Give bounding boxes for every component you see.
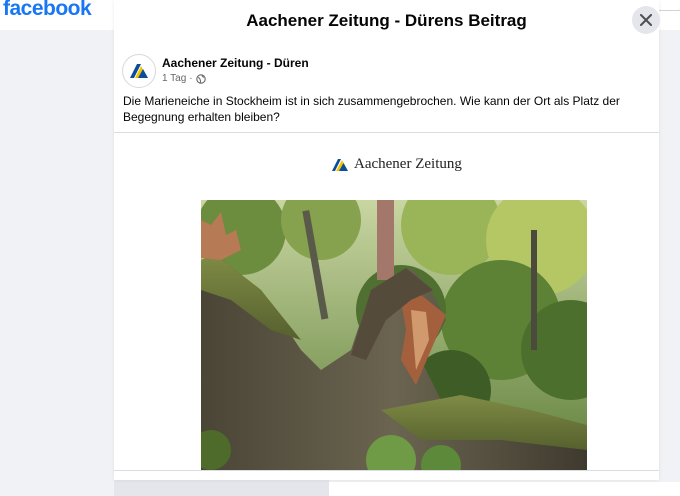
meta-separator: · <box>189 73 193 84</box>
divider <box>114 470 659 471</box>
collapsed-oak-tree-photo <box>201 200 587 471</box>
facebook-logo[interactable]: facebook <box>3 0 92 21</box>
dialog-title: Aachener Zeitung - Dürens Beitrag <box>246 11 527 30</box>
brand-name: Aachener Zeitung <box>354 156 462 172</box>
post-media[interactable]: Aachener Zeitung <box>114 133 659 471</box>
globe-icon <box>195 73 206 84</box>
page-name[interactable]: Aachener Zeitung - Düren <box>162 56 309 70</box>
post-time[interactable]: 1 Tag <box>162 73 186 84</box>
post-dialog: Aachener Zeitung - Dürens Beitrag Aachen… <box>114 0 660 480</box>
dialog-header: Aachener Zeitung - Dürens Beitrag <box>114 0 660 46</box>
aachener-zeitung-logo-icon <box>130 64 148 78</box>
background-strip <box>114 480 329 496</box>
close-icon <box>640 14 652 26</box>
avatar[interactable] <box>122 54 156 88</box>
brand-header: Aachener Zeitung <box>332 156 462 173</box>
background-strip <box>329 482 680 496</box>
post-text: Die Marieneiche in Stockheim ist in sich… <box>123 94 620 124</box>
page-background <box>0 0 114 496</box>
close-button[interactable] <box>632 6 660 34</box>
post-meta: 1 Tag · <box>162 73 206 84</box>
aachener-zeitung-logo-icon <box>332 158 348 171</box>
